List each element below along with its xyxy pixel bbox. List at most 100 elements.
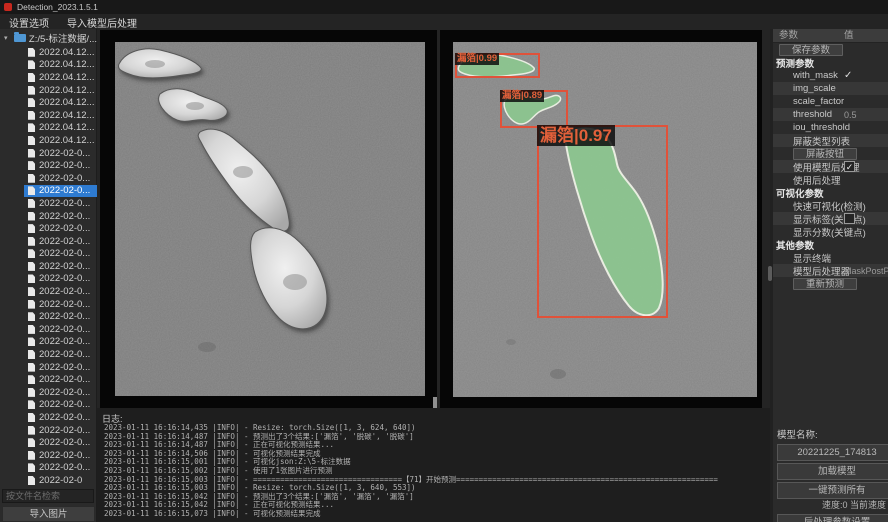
file-item[interactable]: 2022-02-0... <box>24 462 97 475</box>
param-row[interactable]: 其他参数 <box>773 238 888 251</box>
param-row[interactable]: 屏蔽类型列表 <box>773 134 888 147</box>
file-item[interactable]: 2022-02-0... <box>24 159 97 172</box>
param-value[interactable]: ✓ <box>844 70 852 81</box>
file-item-label: 2022-02-0... <box>39 437 90 448</box>
file-item-label: 2022-02-0... <box>39 311 90 322</box>
file-item-label: 2022-02-0... <box>39 223 90 234</box>
file-item[interactable]: 2022-02-0... <box>24 386 97 399</box>
param-row[interactable]: scale_factor <box>773 95 888 108</box>
file-item[interactable]: 2022-02-0... <box>24 260 97 273</box>
param-row[interactable]: 屏蔽按钮 <box>773 147 888 160</box>
param-row[interactable]: with_mask ✓ <box>773 69 888 82</box>
file-item[interactable]: 2022-02-0... <box>24 273 97 286</box>
param-label: scale_factor <box>773 96 844 107</box>
file-item[interactable]: 2022-02-0... <box>24 185 97 198</box>
file-icon <box>28 337 35 346</box>
file-item[interactable]: 2022-02-0... <box>24 197 97 210</box>
original-image-panel <box>100 30 437 408</box>
predict-all-button[interactable]: 一键预测所有 <box>777 482 888 499</box>
param-row[interactable]: 预测参数 <box>773 56 888 69</box>
file-item-label: 2022-02-0... <box>39 185 90 196</box>
load-model-button[interactable]: 加载模型 <box>777 463 888 480</box>
tree-root-folder[interactable]: Z:/5-标注数据/... <box>0 31 97 44</box>
param-row[interactable]: 模型后处理器 MaskPostPro <box>773 264 888 277</box>
file-item[interactable]: 2022.04.12... <box>24 122 97 135</box>
file-icon <box>28 375 35 384</box>
model-name-label: 模型名称: <box>773 429 888 442</box>
file-item-label: 2022-02-0... <box>39 173 90 184</box>
file-item[interactable]: 2022-02-0... <box>24 310 97 323</box>
file-item[interactable]: 2022.04.12... <box>24 84 97 97</box>
model-name-field[interactable]: 20221225_174813 <box>777 444 888 461</box>
param-label: 可视化参数 <box>773 186 824 200</box>
file-icon <box>28 48 35 57</box>
param-row[interactable]: 使用模型后处理 ✓ <box>773 160 888 173</box>
file-item[interactable]: 2022-02-0... <box>24 373 97 386</box>
param-row[interactable]: 显示终端 <box>773 251 888 264</box>
file-item[interactable]: 2022-02-0... <box>24 172 97 185</box>
param-value[interactable] <box>844 213 855 224</box>
param-column-header: 参数 <box>779 29 798 43</box>
param-value[interactable]: 0.5 <box>844 110 857 120</box>
param-row[interactable]: iou_threshold <box>773 121 888 134</box>
file-item[interactable]: 2022-02-0... <box>24 298 97 311</box>
file-item[interactable]: 2022-02-0... <box>24 399 97 412</box>
file-item[interactable]: 2022-02-0... <box>24 424 97 437</box>
file-icon <box>28 224 35 233</box>
param-row[interactable]: 使用后处理 <box>773 173 888 186</box>
file-icon <box>28 451 35 460</box>
file-item-label: 2022-02-0... <box>39 211 90 222</box>
file-item[interactable]: 2022-02-0... <box>24 222 97 235</box>
vertical-scrollbar-thumb[interactable] <box>768 266 772 281</box>
file-item-label: 2022-02-0... <box>39 336 90 347</box>
file-item[interactable]: 2022-02-0... <box>24 361 97 374</box>
param-row[interactable]: threshold 0.5 <box>773 108 888 121</box>
file-item[interactable]: 2022-02-0... <box>24 147 97 160</box>
file-icon <box>28 388 35 397</box>
import-images-button[interactable]: 导入图片 <box>2 506 95 522</box>
param-row[interactable]: 重新预测 <box>773 277 888 290</box>
file-item[interactable]: 2022.04.12... <box>24 109 97 122</box>
value-column-header: 值 <box>844 29 854 43</box>
file-item[interactable]: 2022-02-0... <box>24 449 97 462</box>
detection-label: 漏箔|0.89 <box>500 90 544 102</box>
file-item[interactable]: 2022-02-0... <box>24 210 97 223</box>
file-item[interactable]: 2022.04.12... <box>24 59 97 72</box>
postprocess-settings-button[interactable]: 后处理参数设置 <box>777 514 888 522</box>
param-row[interactable]: 保存参数 <box>773 43 888 56</box>
file-item-label: 2022.04.12... <box>39 97 94 108</box>
param-row[interactable]: 可视化参数 <box>773 186 888 199</box>
search-input[interactable] <box>2 489 94 503</box>
file-icon <box>28 287 35 296</box>
param-row[interactable]: 显示分数(关键点) <box>773 225 888 238</box>
file-item[interactable]: 2022.04.12... <box>24 96 97 109</box>
file-item[interactable]: 2022-02-0... <box>24 248 97 261</box>
file-icon <box>28 325 35 334</box>
file-item-label: 2022-02-0... <box>39 450 90 461</box>
param-value[interactable]: ✓ <box>844 161 855 172</box>
file-item-label: 2022.04.12... <box>39 47 94 58</box>
file-icon <box>28 149 35 158</box>
file-item[interactable]: 2022-02-0... <box>24 336 97 349</box>
file-item[interactable]: 2022-02-0... <box>24 348 97 361</box>
param-row[interactable]: img_scale <box>773 82 888 95</box>
file-item-label: 2022-02-0... <box>39 349 90 360</box>
file-icon <box>28 136 35 145</box>
file-item[interactable]: 2022.04.12... <box>24 46 97 59</box>
file-item[interactable]: 2022-02-0 <box>24 474 97 487</box>
file-item[interactable]: 2022-02-0... <box>24 323 97 336</box>
file-item[interactable]: 2022.04.12... <box>24 71 97 84</box>
param-row[interactable]: 快速可视化(检测) <box>773 199 888 212</box>
param-value[interactable]: MaskPostPro <box>844 266 888 276</box>
folder-icon <box>14 34 26 42</box>
file-item[interactable]: 2022-02-0... <box>24 436 97 449</box>
file-item[interactable]: 2022-02-0... <box>24 235 97 248</box>
file-item[interactable]: 2022-02-0... <box>24 411 97 424</box>
file-item-label: 2022-02-0... <box>39 399 90 410</box>
file-item-label: 2022-02-0... <box>39 261 90 272</box>
file-icon <box>28 312 35 321</box>
param-row[interactable]: 显示标签(关键点) <box>773 212 888 225</box>
file-item[interactable]: 2022.04.12... <box>24 134 97 147</box>
file-item[interactable]: 2022-02-0... <box>24 285 97 298</box>
file-item-label: 2022-02-0... <box>39 387 90 398</box>
